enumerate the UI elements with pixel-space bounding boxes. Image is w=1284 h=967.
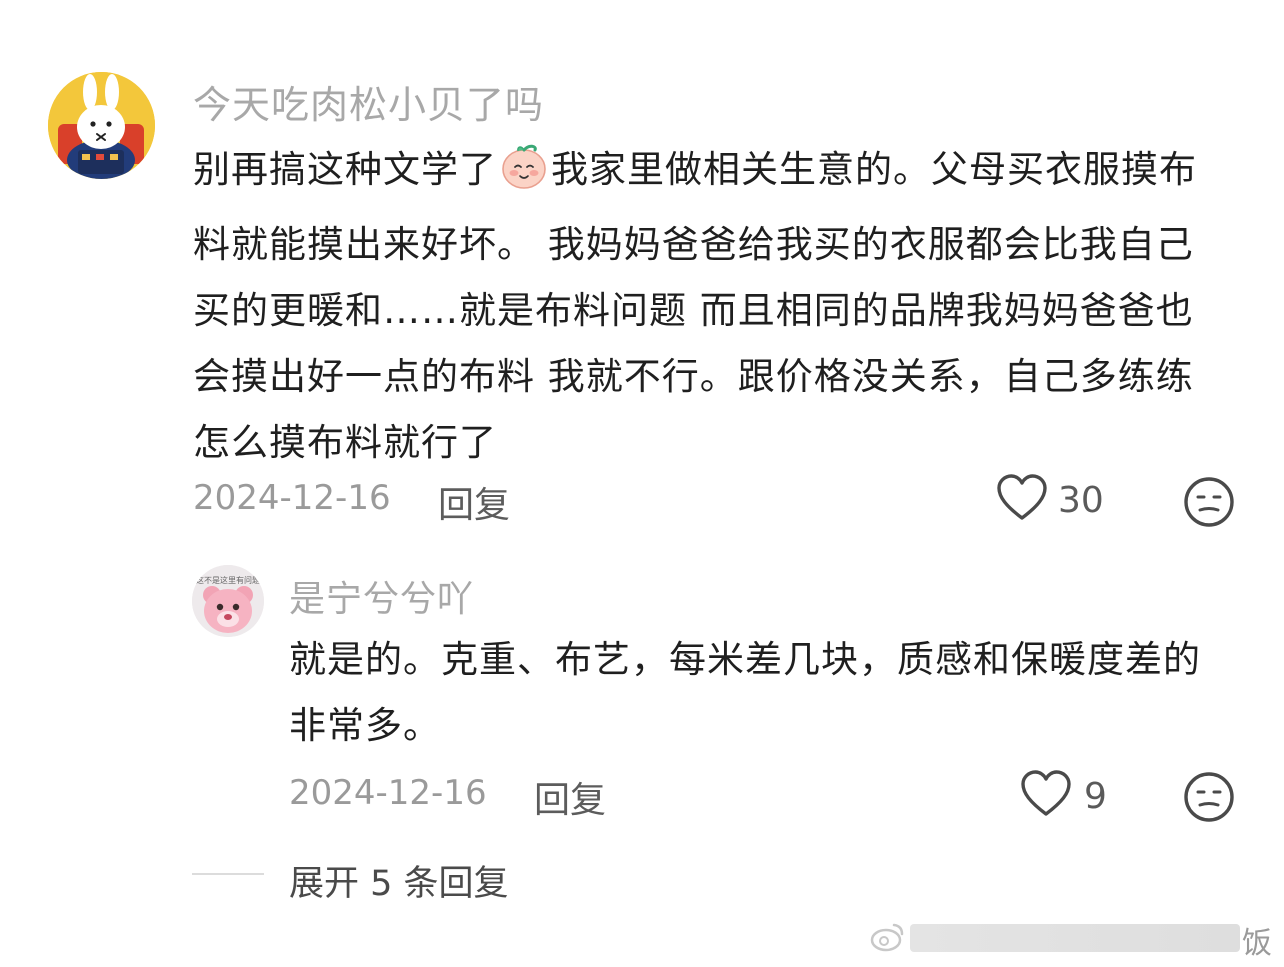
- comment-username[interactable]: 是宁兮兮吖: [289, 570, 474, 622]
- meh-face-icon: [1183, 772, 1235, 827]
- comment-date: 2024-12-16: [289, 773, 487, 813]
- reply-button[interactable]: 回复: [534, 771, 606, 823]
- comment-text: 别再搞这种文学了 我家里做相关生意的。父母买衣服摸布料就能摸出来好坏。 我妈妈爸…: [193, 137, 1223, 476]
- dislike-button[interactable]: [1183, 771, 1235, 827]
- like-count: 30: [1058, 479, 1104, 521]
- heart-icon: [1020, 770, 1072, 822]
- like-count: 9: [1084, 775, 1107, 817]
- user-avatar[interactable]: [48, 72, 155, 179]
- comment-text: 就是的。克重、布艺，每米差几块，质感和保暖度差的非常多。: [289, 638, 1201, 747]
- user-avatar[interactable]: 这不是这里有问题: [192, 565, 264, 637]
- watermark-text: 饭: [1242, 926, 1272, 961]
- expand-divider: [192, 873, 264, 875]
- like-button[interactable]: 9: [1020, 770, 1107, 822]
- dislike-button[interactable]: [1183, 476, 1235, 532]
- miffy-bunny-avatar-icon: [48, 72, 155, 179]
- comment-text-part: 别再搞这种文学了: [193, 148, 497, 191]
- heart-icon: [996, 474, 1048, 526]
- avatar-caption: 这不是这里有问题: [196, 576, 260, 585]
- like-button[interactable]: 30: [996, 474, 1104, 526]
- meh-face-icon: [1183, 477, 1235, 532]
- expand-replies-button[interactable]: 展开 5 条回复: [289, 855, 509, 906]
- peach-face-emoji-icon: [499, 141, 549, 212]
- comment-username[interactable]: 今天吃肉松小贝了吗: [193, 74, 544, 129]
- weibo-logo-icon: [870, 920, 906, 958]
- comment-text-part: 我家里做相关生意的。父母买衣服摸布料就能摸出来好坏。 我妈妈爸爸给我买的衣服都会…: [193, 148, 1197, 464]
- comment-date: 2024-12-16: [193, 478, 391, 518]
- watermark-handle-bar: [910, 924, 1240, 952]
- watermark: 饭: [870, 918, 1284, 961]
- reply-button[interactable]: 回复: [438, 476, 510, 528]
